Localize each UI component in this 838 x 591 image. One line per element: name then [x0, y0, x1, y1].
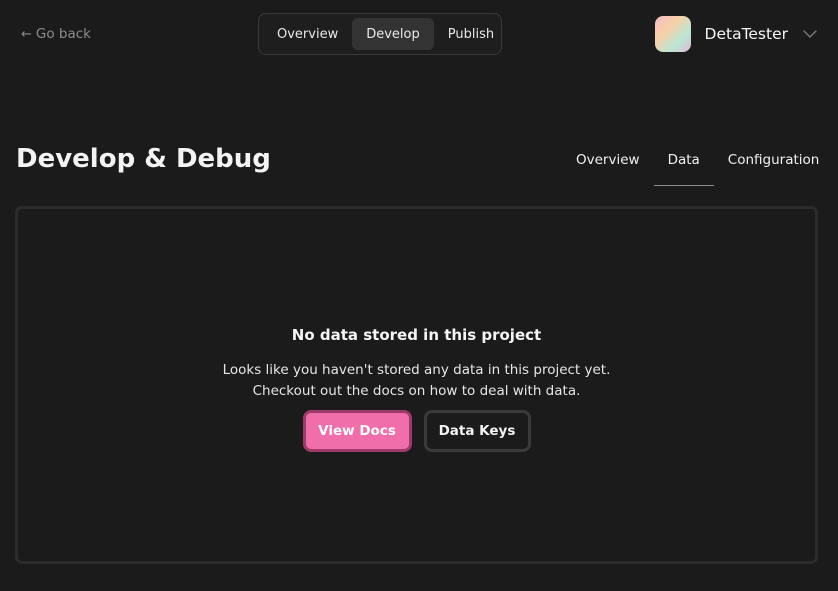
arrow-left-icon: ←	[21, 26, 32, 42]
nav-publish[interactable]: Publish	[434, 18, 508, 50]
section-tabs: Overview Data Configuration	[562, 140, 833, 186]
empty-state-line-2: Checkout out the docs on how to deal wit…	[252, 383, 581, 399]
go-back-label: Go back	[35, 26, 92, 42]
empty-state-description: Looks like you haven't stored any data i…	[18, 360, 815, 402]
empty-state-title: No data stored in this project	[291, 326, 542, 344]
username: DetaTester	[704, 25, 788, 43]
avatar	[654, 16, 691, 52]
main-nav: Overview Develop Publish	[258, 13, 502, 55]
chevron-down-icon[interactable]	[802, 26, 818, 42]
empty-state-actions: View Docs Data Keys	[18, 410, 815, 452]
tab-configuration[interactable]: Configuration	[714, 140, 834, 186]
view-docs-button[interactable]: View Docs	[302, 410, 412, 452]
data-keys-button[interactable]: Data Keys	[423, 410, 531, 452]
tab-data[interactable]: Data	[653, 140, 714, 186]
user-menu[interactable]: DetaTester	[654, 16, 818, 52]
nav-develop[interactable]: Develop	[352, 18, 434, 50]
tab-overview[interactable]: Overview	[562, 140, 654, 186]
go-back-link[interactable]: ← Go back	[21, 26, 91, 42]
top-bar: ← Go back Overview Develop Publish DetaT…	[0, 0, 838, 70]
data-panel: No data stored in this project Looks lik…	[15, 206, 818, 564]
page-title: Develop & Debug	[16, 144, 271, 174]
empty-state-line-1: Looks like you haven't stored any data i…	[222, 362, 611, 378]
nav-overview[interactable]: Overview	[263, 18, 352, 50]
